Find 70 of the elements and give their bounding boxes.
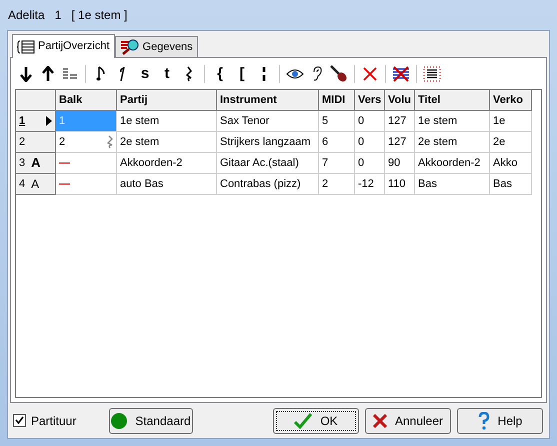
row-pointer-icon [46,116,52,126]
checkbox-label: Partituur [31,412,76,430]
row-number: 4 [19,176,26,192]
rest-icon [107,135,113,149]
row-flag-label: A [31,154,41,172]
window-title: Adelita 1 [ 1e stem ] [8,7,128,24]
column-header[interactable]: Titel [415,90,490,111]
row-number: 3 [19,156,26,171]
column-header[interactable]: MIDI [319,90,355,111]
table-cell[interactable]: 127 [385,111,415,132]
table-cell[interactable]: 7 [319,153,355,174]
checkmark-icon [294,412,312,428]
column-header[interactable]: Partij [117,90,217,111]
table-cell[interactable]: 2 [319,174,355,195]
row-number: 1 [19,114,26,129]
column-header[interactable]: Verko [490,90,532,111]
default-button[interactable]: Standaard [109,408,193,434]
table-cell[interactable]: 127 [385,132,415,153]
checkbox[interactable] [13,414,26,427]
column-header[interactable]: Instrument [217,90,319,111]
table-cell[interactable]: 110 [385,174,415,195]
table-cell[interactable]: 90 [385,153,415,174]
bracket-tool[interactable]: [ [231,63,253,85]
table-cell[interactable]: auto Bas [117,174,217,195]
column-header[interactable]: Balk [56,90,117,111]
cancel-button[interactable]: Annuleer [365,408,451,434]
table-cell[interactable]: 2e [490,132,532,153]
row-header[interactable]: 1 [16,111,56,132]
table-cell[interactable]: Akkoorden-2 [415,153,490,174]
column-header[interactable]: Vers [355,90,385,111]
magnifier-icon [120,39,140,55]
row-header[interactable]: 2 [16,132,56,153]
table-cell[interactable]: 2e stem [415,132,490,153]
dash-mark[interactable]: — [56,153,117,174]
tab[interactable]: Gegevens [114,36,198,57]
row-header[interactable]: 3 A [16,153,56,174]
bar-number[interactable]: 2 [59,134,66,150]
close-icon [372,414,387,428]
table-cell[interactable]: 0 [355,153,385,174]
table-cell[interactable]: 1e [490,111,532,132]
list-icon [17,40,35,54]
table-cell[interactable]: Contrabas (pizz) [217,174,319,195]
table-cell[interactable]: 1e stem [117,111,217,132]
s-tool[interactable]: s [134,63,156,85]
help-icon [478,412,490,430]
help-button[interactable]: Help [457,408,543,434]
table-cell[interactable]: -12 [355,174,385,195]
table-cell[interactable]: Strijkers langzaam [217,132,319,153]
table-cell[interactable]: Bas [415,174,490,195]
table-cell[interactable]: Gitaar Ac.(staal) [217,153,319,174]
table-cell[interactable]: Sax Tenor [217,111,319,132]
table-cell[interactable]: Akkoorden-2 [117,153,217,174]
table-cell[interactable]: 1e stem [415,111,490,132]
table-cell[interactable]: Akko [490,153,532,174]
dash-mark[interactable]: — [56,174,117,195]
table-cell[interactable]: 2e stem [117,132,217,153]
t-tool[interactable]: t [156,63,178,85]
row-number: 2 [19,134,26,150]
ok-button[interactable]: OK [273,408,359,434]
table-cell[interactable]: Bas [490,174,532,195]
table-cell[interactable]: 0 [355,132,385,153]
table-cell[interactable]: 6 [319,132,355,153]
table-cell[interactable]: 0 [355,111,385,132]
score-checkbox[interactable]: Partituur [13,412,103,430]
tab[interactable]: PartijOverzicht [12,34,115,58]
table-cell[interactable]: 5 [319,111,355,132]
row-header[interactable]: 4 A [16,174,56,195]
column-header[interactable]: Volu [385,90,415,111]
row-flag-label: A [31,176,40,193]
brace-tool[interactable]: { [209,63,231,85]
